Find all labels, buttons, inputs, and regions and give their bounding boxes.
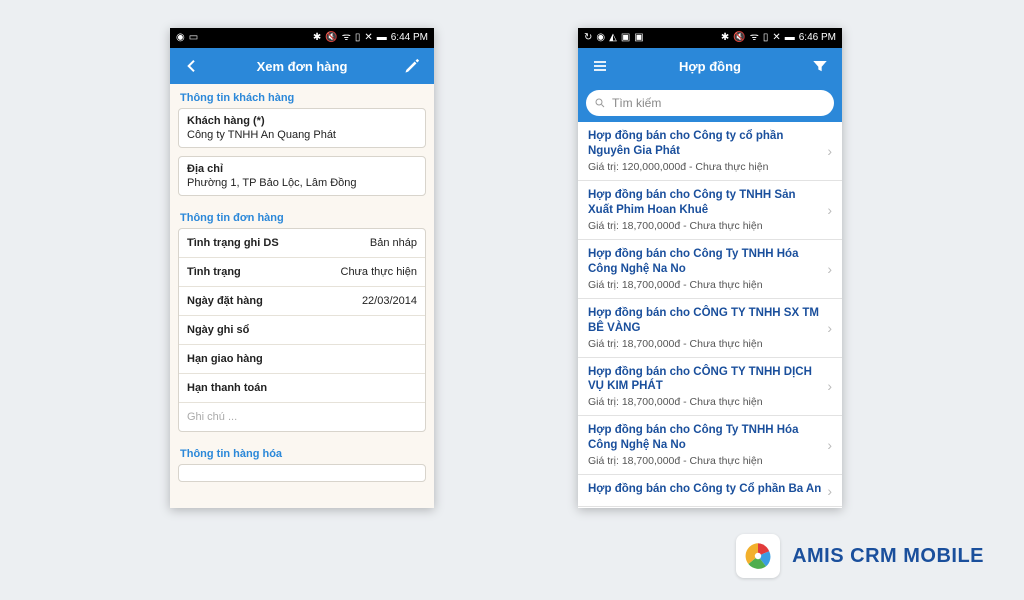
clock: 6:44 PM (391, 33, 428, 43)
table-row[interactable]: Ngày đặt hàng22/03/2014 (179, 287, 425, 316)
customer-addr-label: Địa chỉ (187, 163, 417, 175)
section-customer-label: Thông tin khách hàng (170, 84, 434, 108)
bluetooth-icon: ✱ (313, 33, 321, 43)
mute-icon: 🔇 (325, 33, 337, 43)
nosignal-icon: ✕ (364, 33, 372, 43)
wifi-icon: ᯤ (750, 33, 759, 43)
order-body: Thông tin khách hàng Khách hàng (*) Công… (170, 84, 434, 508)
contract-list[interactable]: Hợp đồng bán cho Công ty cổ phần Nguyên … (578, 122, 842, 508)
status-bar: ↻ ◉ ◭ ▣ ▣ ✱ 🔇 ᯤ ▯ ✕ ▬ 6:46 PM (578, 28, 842, 48)
search-input[interactable]: Tìm kiếm (586, 90, 834, 116)
bluetooth-icon: ✱ (721, 33, 729, 43)
chevron-right-icon: › (827, 483, 832, 499)
list-item[interactable]: Hợp đồng bán cho CÔNG TY TNHH DỊCH VỤ KI… (578, 358, 842, 417)
header-title: Xem đơn hàng (204, 59, 400, 74)
chevron-right-icon: › (827, 261, 832, 277)
clock: 6:46 PM (799, 33, 836, 43)
badge-icon: ▣ (621, 33, 630, 43)
globe-icon: ◉ (176, 33, 185, 43)
chevron-right-icon: › (827, 320, 832, 336)
status-icons-right: ✱ 🔇 ᯤ ▯ ✕ ▬ 6:44 PM (313, 33, 428, 43)
search-wrap: Tìm kiếm (578, 84, 842, 122)
edit-button[interactable] (400, 58, 424, 74)
battery-icon: ▬ (785, 33, 795, 43)
chevron-right-icon: › (827, 143, 832, 159)
customer-name-value: Công ty TNHH An Quang Phát (187, 129, 417, 141)
customer-addr-value: Phường 1, TP Bảo Lộc, Lâm Đồng (187, 177, 417, 189)
chevron-right-icon: › (827, 437, 832, 453)
header: Xem đơn hàng (170, 48, 434, 84)
status-icons-left: ◉ ▭ (176, 33, 198, 43)
table-row[interactable]: Hạn giao hàng (179, 345, 425, 374)
brand: AMIS CRM MOBILE (736, 534, 984, 578)
section-order-label: Thông tin đơn hàng (170, 204, 434, 228)
customer-name-label: Khách hàng (*) (187, 115, 417, 127)
battery-icon: ▬ (377, 33, 387, 43)
header-title: Hợp đồng (612, 59, 808, 74)
signal-icon: ▯ (763, 33, 769, 43)
menu-button[interactable] (588, 58, 612, 74)
filter-button[interactable] (808, 58, 832, 74)
phone-left: ◉ ▭ ✱ 🔇 ᯤ ▯ ✕ ▬ 6:44 PM Xem đơn hàng Thô… (170, 28, 434, 508)
customer-addr-card[interactable]: Địa chỉ Phường 1, TP Bảo Lộc, Lâm Đồng (178, 156, 426, 196)
status-bar: ◉ ▭ ✱ 🔇 ᯤ ▯ ✕ ▬ 6:44 PM (170, 28, 434, 48)
list-item[interactable]: Hợp đồng bán cho Công ty cổ phần Nguyên … (578, 122, 842, 181)
table-row[interactable]: Tình trạngChưa thực hiện (179, 258, 425, 287)
card-icon: ▭ (189, 33, 198, 43)
section-goods-label: Thông tin hàng hóa (170, 440, 434, 464)
app-logo-icon (736, 534, 780, 578)
globe-icon: ◉ (596, 33, 605, 43)
header: Hợp đồng (578, 48, 842, 84)
status-icons-left: ↻ ◉ ◭ ▣ ▣ (584, 33, 644, 43)
back-button[interactable] (180, 58, 204, 74)
table-row[interactable]: Ngày ghi sổ (179, 316, 425, 345)
chevron-right-icon: › (827, 202, 832, 218)
tag-icon: ◭ (609, 33, 617, 43)
order-info-card: Tình trạng ghi DSBản nháp Tình trạngChưa… (178, 228, 426, 432)
chevron-right-icon: › (827, 378, 832, 394)
list-item[interactable]: Hợp đồng bán cho Công ty TNHH Sản Xuất P… (578, 181, 842, 240)
sync-icon: ↻ (584, 33, 592, 43)
brand-name: AMIS CRM MOBILE (792, 545, 984, 568)
customer-name-card[interactable]: Khách hàng (*) Công ty TNHH An Quang Phá… (178, 108, 426, 148)
badge2-icon: ▣ (634, 33, 643, 43)
table-row[interactable]: Tình trạng ghi DSBản nháp (179, 229, 425, 258)
list-item[interactable]: Hợp đồng bán cho Công ty Cổ phần Ba An› (578, 475, 842, 507)
signal-icon: ▯ (355, 33, 361, 43)
table-row[interactable]: Hạn thanh toán (179, 374, 425, 403)
goods-card (178, 464, 426, 482)
wifi-icon: ᯤ (342, 33, 351, 43)
list-item[interactable]: Hợp đồng bán cho Công Ty TNHH Hóa Công N… (578, 416, 842, 475)
search-icon (594, 97, 606, 109)
mute-icon: 🔇 (733, 33, 745, 43)
list-item[interactable]: Hợp đồng bán cho Công Ty TNHH Hóa Công N… (578, 240, 842, 299)
status-icons-right: ✱ 🔇 ᯤ ▯ ✕ ▬ 6:46 PM (721, 33, 836, 43)
nosignal-icon: ✕ (772, 33, 780, 43)
list-item[interactable]: Hợp đồng bán cho CÔNG TY TNHH SX TM BÊ V… (578, 299, 842, 358)
phone-right: ↻ ◉ ◭ ▣ ▣ ✱ 🔇 ᯤ ▯ ✕ ▬ 6:46 PM Hợp đồng T… (578, 28, 842, 508)
search-placeholder: Tìm kiếm (612, 96, 661, 110)
note-field[interactable]: Ghi chú ... (179, 403, 425, 431)
